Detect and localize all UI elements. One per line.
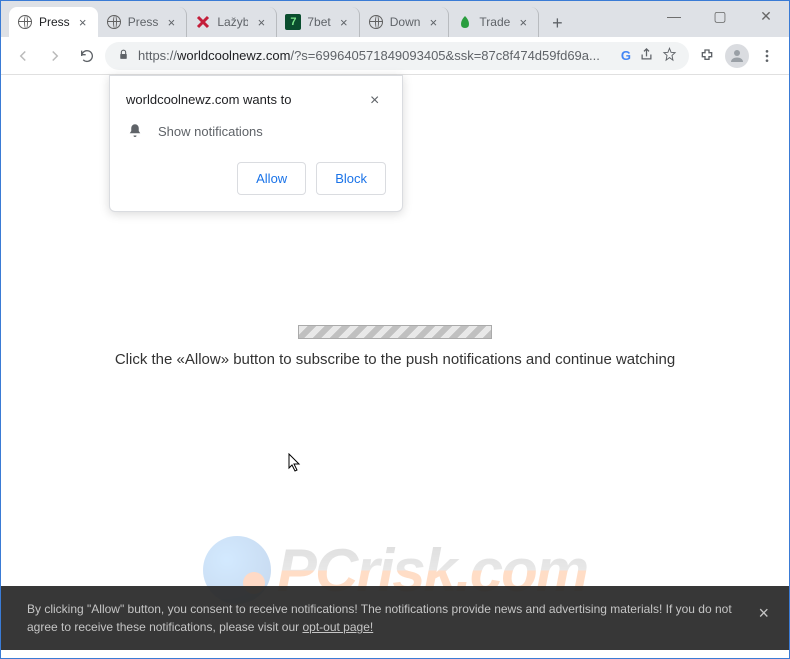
block-button[interactable]: Block: [316, 162, 386, 195]
consent-text: By clicking "Allow" button, you consent …: [27, 602, 732, 634]
bookmark-star-icon[interactable]: [662, 47, 677, 65]
tab-title: Press: [128, 15, 159, 29]
allow-button[interactable]: Allow: [237, 162, 306, 195]
new-tab-button[interactable]: +: [543, 9, 571, 37]
reload-button[interactable]: [73, 42, 101, 70]
google-search-icon[interactable]: G: [621, 48, 631, 63]
toolbar: https://worldcoolnewz.com/?s=69964057184…: [1, 37, 789, 75]
window-controls: — ▢ ✕: [651, 1, 789, 31]
close-icon[interactable]: ×: [337, 15, 351, 29]
tab-down[interactable]: Down ×: [360, 7, 450, 37]
close-icon[interactable]: ×: [254, 15, 268, 29]
tab-title: 7bet: [307, 15, 330, 29]
profile-avatar[interactable]: [725, 44, 749, 68]
maximize-button[interactable]: ▢: [697, 1, 743, 31]
globe-icon: [368, 14, 384, 30]
minimize-button[interactable]: —: [651, 1, 697, 31]
tab-title: Down: [390, 15, 421, 29]
page-message: Click the «Allow» button to subscribe to…: [1, 351, 789, 368]
seven-icon: 7: [285, 14, 301, 30]
url-text: https://worldcoolnewz.com/?s=69964057184…: [138, 48, 613, 63]
leaf-icon: [457, 14, 473, 30]
tab-lazyb[interactable]: Lažyb ×: [187, 7, 277, 37]
browser-window: — ▢ ✕ Press × Press × Lažyb × 7 7bet × D…: [0, 0, 790, 659]
window-close-button[interactable]: ✕: [743, 1, 789, 31]
close-icon[interactable]: ×: [426, 15, 440, 29]
tab-press-active[interactable]: Press ×: [9, 7, 98, 37]
tab-trade[interactable]: Trade ×: [449, 7, 539, 37]
consent-banner: By clicking "Allow" button, you consent …: [1, 586, 789, 650]
tab-press-2[interactable]: Press ×: [98, 7, 188, 37]
address-bar[interactable]: https://worldcoolnewz.com/?s=69964057184…: [105, 42, 689, 70]
prompt-request-text: Show notifications: [158, 124, 263, 139]
close-icon[interactable]: ×: [76, 15, 90, 29]
prompt-close-button[interactable]: ×: [370, 92, 386, 108]
prompt-title: worldcoolnewz.com wants to: [126, 92, 291, 107]
extensions-button[interactable]: [693, 42, 721, 70]
forward-button[interactable]: [41, 42, 69, 70]
notification-permission-prompt: worldcoolnewz.com wants to × Show notifi…: [109, 75, 403, 212]
tab-7bet[interactable]: 7 7bet ×: [277, 7, 359, 37]
tab-title: Trade: [479, 15, 510, 29]
opt-out-link[interactable]: opt-out page!: [302, 620, 373, 634]
close-icon[interactable]: ×: [164, 15, 178, 29]
consent-close-button[interactable]: ×: [758, 600, 769, 627]
fake-progress-bar: [298, 325, 492, 339]
lock-icon: [117, 48, 130, 64]
x-red-icon: [195, 14, 211, 30]
close-icon[interactable]: ×: [516, 15, 530, 29]
back-button[interactable]: [9, 42, 37, 70]
tab-title: Lažyb: [217, 15, 248, 29]
bell-icon: [126, 122, 144, 140]
tab-title: Press: [39, 15, 70, 29]
cursor-icon: [288, 453, 302, 473]
menu-button[interactable]: [753, 42, 781, 70]
content-area: worldcoolnewz.com wants to × Show notifi…: [1, 75, 789, 650]
globe-icon: [17, 14, 33, 30]
globe-icon: [106, 14, 122, 30]
share-icon[interactable]: [639, 47, 654, 65]
